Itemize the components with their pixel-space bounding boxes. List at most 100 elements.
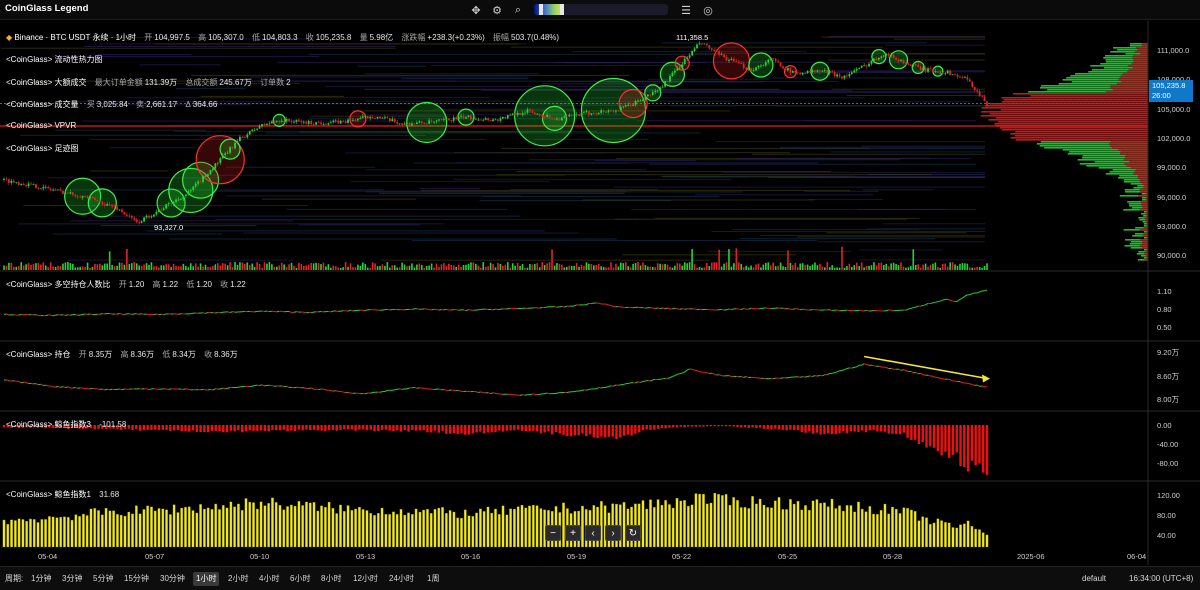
scroll-right-button[interactable]: ›	[605, 525, 621, 541]
volume-bar	[826, 262, 829, 270]
whale1-bar	[891, 506, 894, 548]
period-6h[interactable]: 6小时	[287, 572, 313, 586]
oi-segment	[647, 379, 651, 382]
volume-bar	[241, 262, 244, 270]
candle-body	[764, 62, 767, 66]
period-30m[interactable]: 30分钟	[157, 572, 188, 586]
period-15m[interactable]: 15分钟	[121, 572, 152, 586]
candle-body	[150, 216, 153, 218]
volume-bar	[418, 263, 421, 270]
whale1-bar	[444, 513, 448, 548]
price-low-annotation: 93,327.0	[154, 223, 184, 232]
whale3-legend[interactable]: <CoinGlass> 鲸鱼指数3 -101.58	[6, 419, 126, 430]
whale3-bar	[921, 425, 924, 442]
time-tick: 05-13	[356, 552, 376, 561]
settings-gear-icon[interactable]: ⚙	[490, 3, 504, 17]
period-5m[interactable]: 5分钟	[90, 572, 116, 586]
whale1-bar	[142, 509, 146, 548]
volume-bar	[937, 266, 939, 270]
vpvr-sell-bar	[1133, 59, 1148, 61]
candle-body	[553, 118, 556, 120]
candle-body	[349, 119, 352, 121]
volume-bar	[836, 267, 838, 270]
volume-bar	[443, 263, 445, 270]
volume-bar	[234, 262, 236, 270]
list-icon[interactable]: ☰	[679, 3, 693, 17]
period-24h[interactable]: 24小时	[386, 572, 417, 586]
period-2h[interactable]: 2小时	[225, 572, 251, 586]
whale3-bar	[944, 425, 947, 452]
reset-chart-button[interactable]: ↻	[625, 525, 641, 541]
ls-ratio-segment	[492, 308, 496, 311]
crosshair-icon[interactable]: ✥	[469, 3, 483, 17]
vpvr-sell-bar	[1137, 175, 1148, 177]
indicator-heatmap[interactable]: <CoinGlass> 流动性热力图	[6, 54, 102, 65]
candle-body	[619, 107, 622, 111]
candle-body	[696, 44, 698, 49]
heatmap-band	[751, 153, 985, 155]
candle-body	[796, 72, 799, 74]
candle-body	[401, 123, 404, 125]
search-icon[interactable]: ⌕	[511, 3, 525, 17]
vpvr-sell-bar	[1144, 217, 1148, 219]
volume-bar	[103, 263, 106, 270]
ls-ratio-legend[interactable]: <CoinGlass> 多空持仓人数比 开 1.20 高 1.22 低 1.20 收1…	[6, 279, 246, 290]
whale1-bar	[516, 506, 520, 548]
candle-body	[524, 112, 526, 114]
whale1-legend[interactable]: <CoinGlass> 鲸鱼指数1 31.68	[6, 489, 119, 500]
candle-body	[504, 116, 507, 119]
volume-bar	[740, 263, 743, 270]
candle-body	[612, 111, 615, 113]
heatmap-threshold-slider[interactable]	[534, 4, 668, 15]
whale1-bar	[282, 509, 286, 548]
volume-bar	[401, 262, 403, 270]
period-1w[interactable]: 1周	[424, 572, 442, 586]
indicator-vpvr[interactable]: <CoinGlass> VPVR	[6, 121, 76, 130]
whale3-bar	[622, 425, 626, 436]
period-1m[interactable]: 1分钟	[28, 572, 54, 586]
whale3-bar	[498, 425, 501, 431]
whale3-bar	[475, 425, 478, 433]
whale3-bar	[165, 425, 168, 430]
oi-legend[interactable]: <CoinGlass> 持仓 开 8.35万 高 8.36万 低 8.34万 收 8.3…	[6, 349, 238, 360]
zoom-out-button[interactable]: −	[545, 525, 561, 541]
heatmap-band	[846, 94, 985, 96]
candle-body	[575, 114, 578, 116]
period-4h[interactable]: 4小时	[256, 572, 282, 586]
ls-tick: 0.50	[1157, 323, 1172, 332]
whale1-bar	[694, 493, 698, 548]
camera-icon[interactable]: ◎	[701, 3, 715, 17]
candle-body	[27, 183, 30, 187]
candle-body	[654, 90, 657, 93]
whale3-bar	[214, 425, 217, 431]
heatmap-band	[694, 194, 874, 196]
period-1h[interactable]: 1小时	[193, 572, 220, 586]
indicator-volume[interactable]: <CoinGlass> 成交量 买 3,025.84 卖 2,661.17 Δ 364…	[6, 99, 217, 110]
period-8h[interactable]: 8小时	[318, 572, 344, 586]
whale1-bar	[823, 502, 826, 548]
scroll-left-button[interactable]: ‹	[585, 525, 601, 541]
candle-body	[406, 122, 408, 124]
candle-body	[214, 163, 217, 169]
volume-bar	[126, 248, 128, 270]
theme-select[interactable]: default	[1079, 572, 1109, 586]
volume-bar	[160, 265, 163, 270]
candle-body	[516, 112, 519, 115]
price-tick: 105,000.0	[1157, 105, 1191, 114]
indicator-footprint[interactable]: <CoinGlass> 足迹图	[6, 143, 78, 154]
candle-body	[816, 70, 819, 72]
candle-body	[153, 214, 155, 217]
volume-bar	[430, 263, 433, 270]
volume-bar	[253, 267, 256, 270]
ls-ratio-segment	[53, 314, 56, 317]
volume-bar	[666, 264, 669, 270]
volume-bar	[349, 263, 352, 270]
indicator-large-orders[interactable]: <CoinGlass> 大额成交 最大订单金额 131.39万 总成交额 245.6…	[6, 77, 291, 88]
candle-body	[209, 170, 212, 175]
zoom-in-button[interactable]: +	[565, 525, 581, 541]
period-12h[interactable]: 12小时	[350, 572, 381, 586]
volume-bar	[121, 262, 123, 270]
period-3m[interactable]: 3分钟	[59, 572, 85, 586]
oi-segment	[490, 392, 494, 395]
volume-bar	[890, 263, 892, 270]
